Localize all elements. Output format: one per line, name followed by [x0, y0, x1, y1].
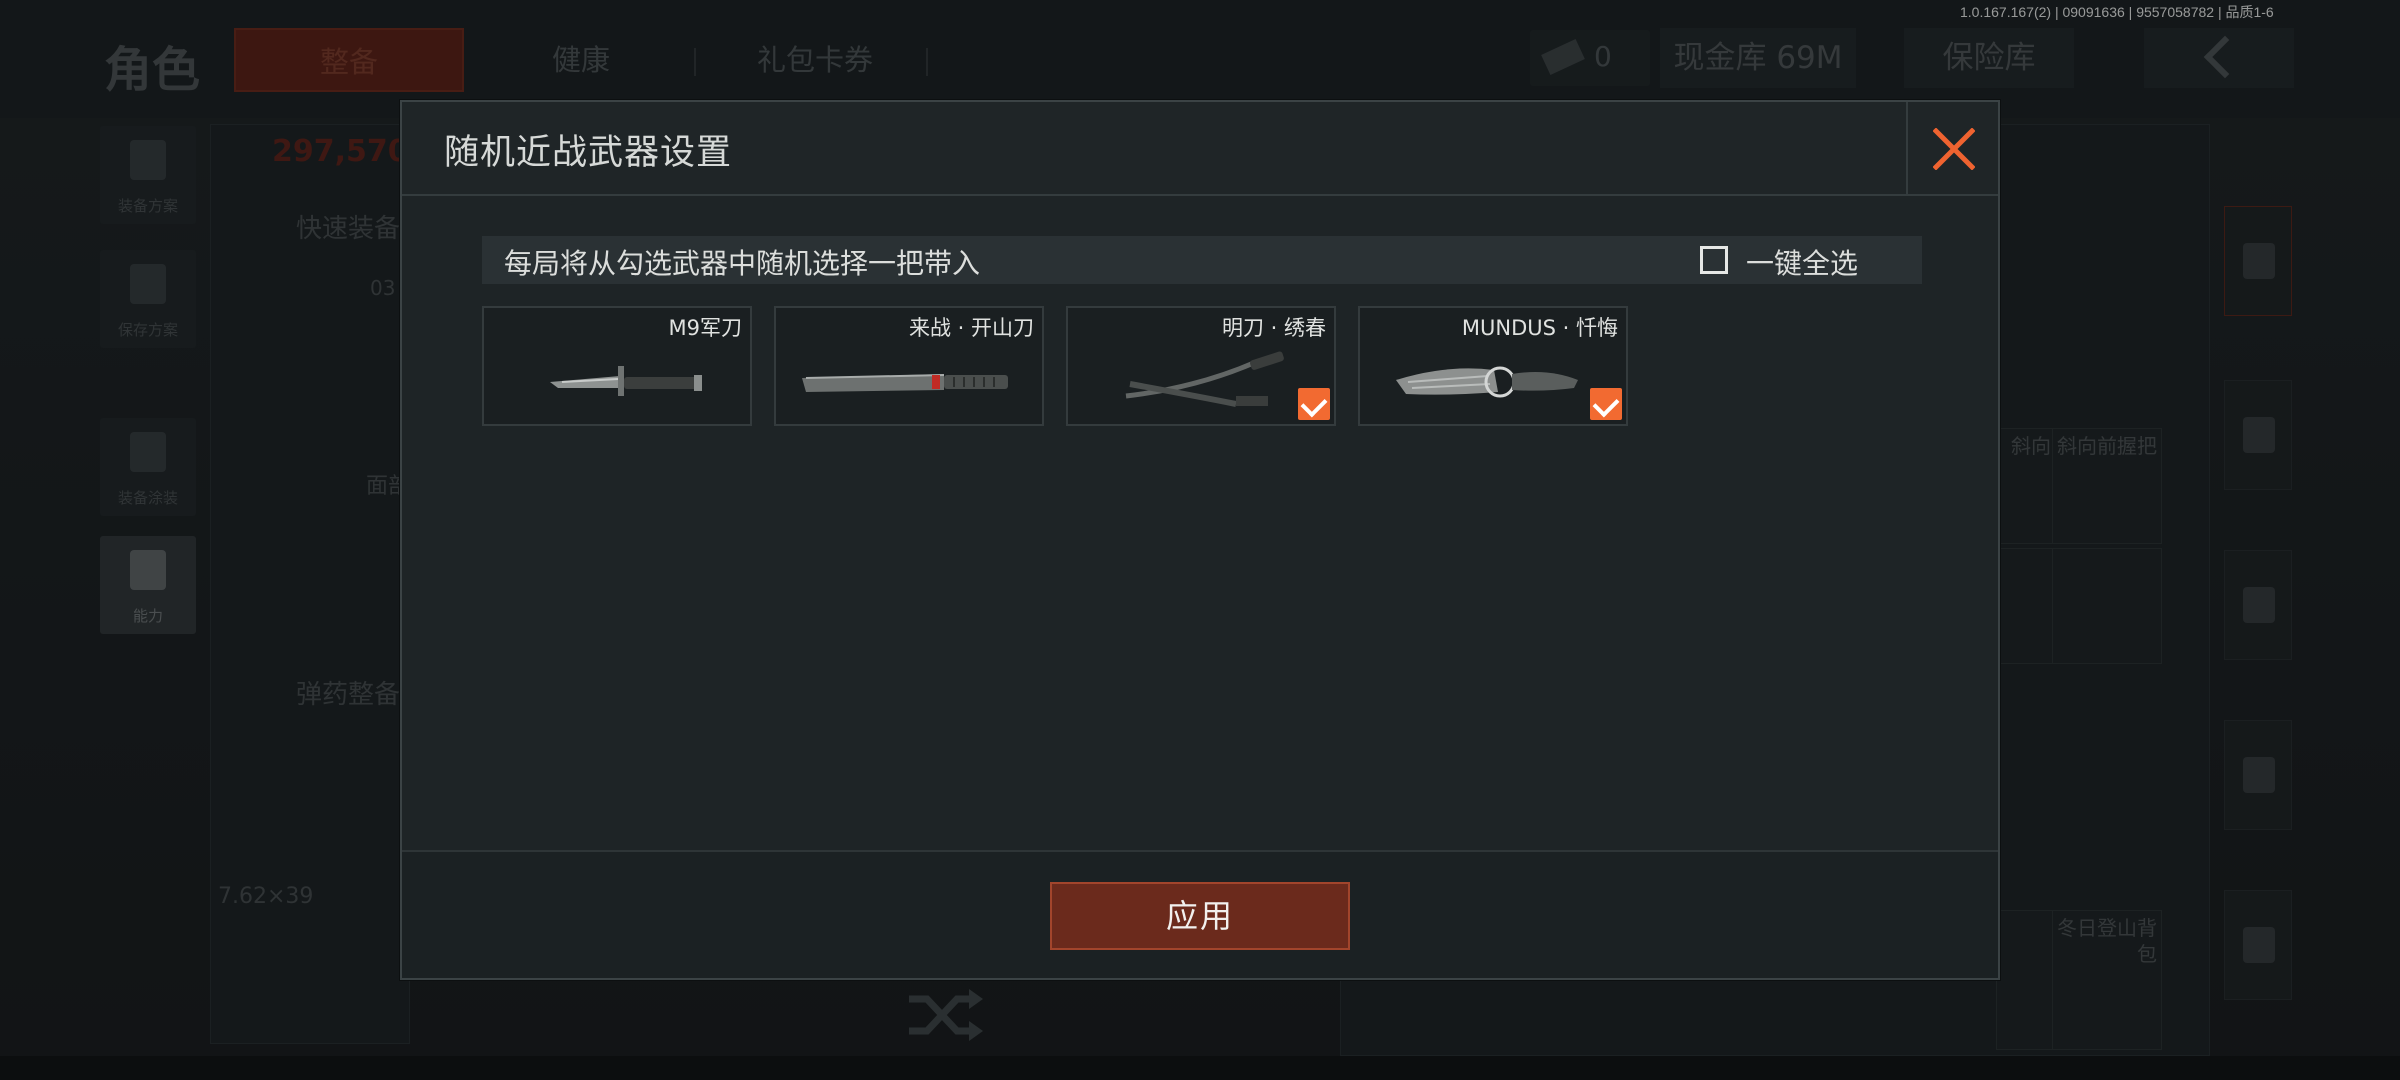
dialog-header: 随机近战武器设置: [402, 102, 1998, 196]
hint-text: 每局将从勾选武器中随机选择一把带入: [504, 247, 981, 280]
weapon-card-machete[interactable]: 来战 · 开山刀: [774, 306, 1044, 426]
sabre-icon: [1125, 351, 1284, 407]
dialog-title: 随机近战武器设置: [444, 133, 733, 173]
checkbox-icon: [1700, 246, 1728, 274]
weapon-name: 来战 · 开山刀: [908, 316, 1034, 340]
close-icon: [1933, 128, 1975, 170]
weapon-card-mundus[interactable]: MUNDUS · 忏悔: [1358, 306, 1628, 426]
ornate-knife-icon: [1396, 366, 1578, 398]
weapon-name: MUNDUS · 忏悔: [1461, 316, 1618, 340]
apply-button[interactable]: 应用: [1050, 882, 1350, 950]
weapon-card-m9[interactable]: M9军刀: [482, 306, 752, 426]
select-all-label: 一键全选: [1746, 247, 1859, 280]
check-icon[interactable]: [1298, 388, 1330, 420]
hint-bar: 每局将从勾选武器中随机选择一把带入 一键全选: [482, 236, 1922, 284]
random-melee-weapon-dialog: 随机近战武器设置 每局将从勾选武器中随机选择一把带入 一键全选 M9军刀 来战 …: [400, 100, 2000, 980]
close-button[interactable]: [1906, 102, 1998, 196]
weapon-name: M9军刀: [668, 316, 742, 340]
machete-icon: [802, 374, 1008, 392]
weapon-card-xiuchun-dao[interactable]: 明刀 · 绣春: [1066, 306, 1336, 426]
weapon-name: 明刀 · 绣春: [1221, 316, 1326, 340]
knife-icon: [550, 366, 702, 396]
check-icon[interactable]: [1590, 388, 1622, 420]
